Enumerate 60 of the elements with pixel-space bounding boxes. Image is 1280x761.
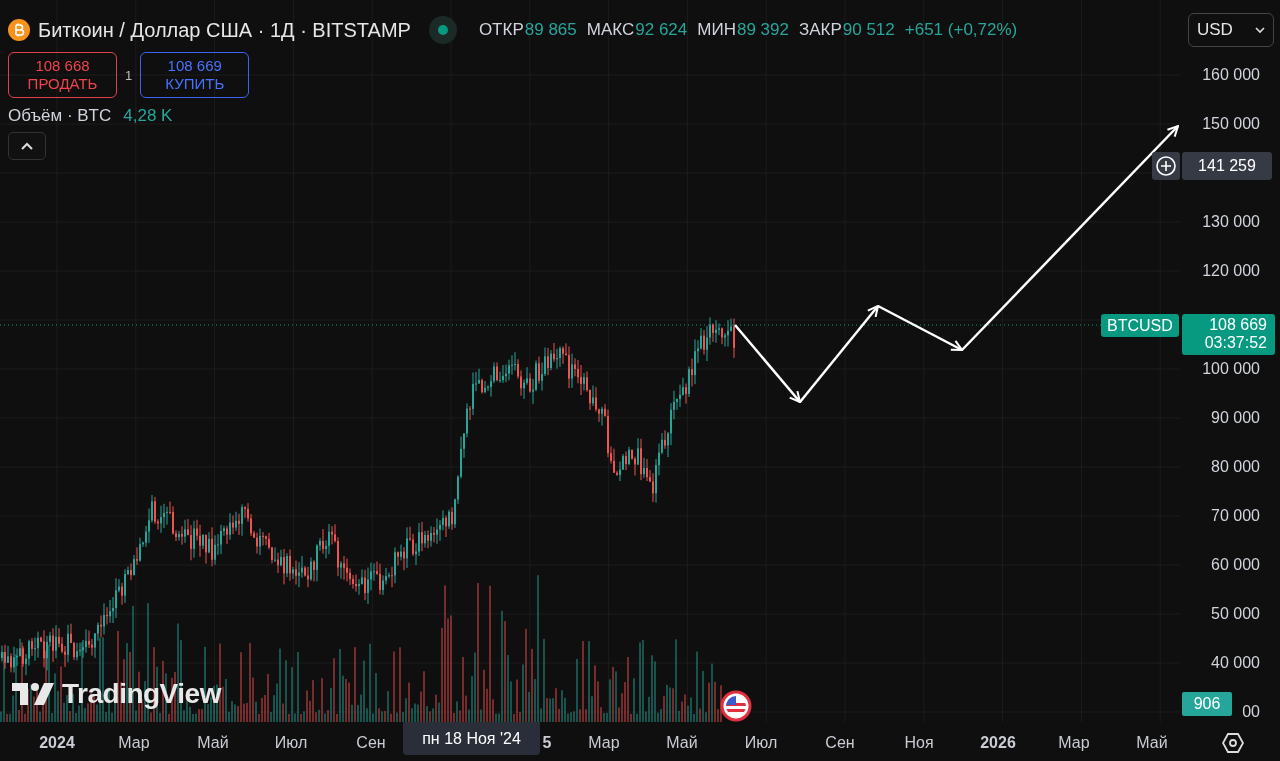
bitcoin-coin-icon [8,19,30,41]
price-tick: 80 000 [1211,458,1260,476]
stat-value: 90 512 [842,20,895,40]
logo-text: TradingView [62,678,221,710]
sell-button[interactable]: 108 668 ПРОДАТЬ [8,52,117,98]
price-tick: 90 000 [1211,409,1260,427]
plus-circle-icon [1155,155,1177,177]
crosshair-date-label: пн 18 Ноя '24 [403,722,540,755]
time-label: 5 [542,734,552,752]
time-label: Мар [118,734,150,752]
volume-label: Объём · BTC [8,106,112,126]
price-tick: 60 000 [1211,556,1260,574]
add-alert-button[interactable] [1152,152,1180,180]
market-status-icon [428,16,457,44]
price-tick: 160 000 [1202,66,1260,84]
time-label: Май [666,734,698,752]
spread-value: 1 [125,67,133,83]
time-label: Май [1136,734,1168,752]
price-tick: 50 000 [1211,605,1260,623]
price-tick: 130 000 [1202,213,1260,231]
price-tick: 70 000 [1211,507,1260,525]
stat-value: 92 624 [635,20,688,40]
currency-dropdown[interactable]: USD [1188,13,1274,47]
settings-icon[interactable] [1222,732,1244,754]
chevron-down-icon [1255,26,1265,34]
time-label: Мар [1058,734,1090,752]
symbol-label: BTCUSD [1101,314,1179,337]
stat-value: 89 865 [524,20,577,40]
volume-value: 4,28 K [123,106,173,126]
time-label: Сен [825,734,855,752]
buy-button[interactable]: 108 669 КУПИТЬ [140,52,250,98]
time-label: 2026 [980,734,1016,752]
bar-countdown: 03:37:52 [1203,334,1267,352]
symbol-title[interactable]: Биткоин / Доллар США · 1Д · BITSTAMP [38,18,411,42]
price-tick: 100 000 [1202,360,1260,378]
stat-label: ЗАКР [798,20,842,40]
chevron-up-icon [20,141,34,151]
price-tick: 120 000 [1202,262,1260,280]
drawing-price-label: 141 259 [1182,152,1272,180]
time-label: Мар [588,734,620,752]
us-flag-icon[interactable] [720,690,752,722]
volume-price-label: 906 [1182,692,1232,716]
time-label: Июл [274,734,308,752]
stat-label: ОТКР [478,20,524,40]
price-tick: 00 [1242,703,1260,721]
stat-value: 89 392 [736,20,789,40]
logo-icon [12,681,56,707]
time-label: 2024 [39,734,75,752]
stat-label: МИН [697,20,736,40]
price-tick: 40 000 [1211,654,1260,672]
collapse-button[interactable] [8,132,46,160]
forecast-arrow-drawing[interactable] [734,125,1179,403]
last-price: 108 669 [1208,316,1267,334]
time-label: Май [197,734,229,752]
stat-label: МАКС [586,20,635,40]
time-label: Июл [744,734,778,752]
price-change: +651 (+0,72%) [904,20,1018,40]
time-label: Сен [356,734,386,752]
price-tick: 150 000 [1202,115,1260,133]
time-label: Ноя [904,734,934,752]
